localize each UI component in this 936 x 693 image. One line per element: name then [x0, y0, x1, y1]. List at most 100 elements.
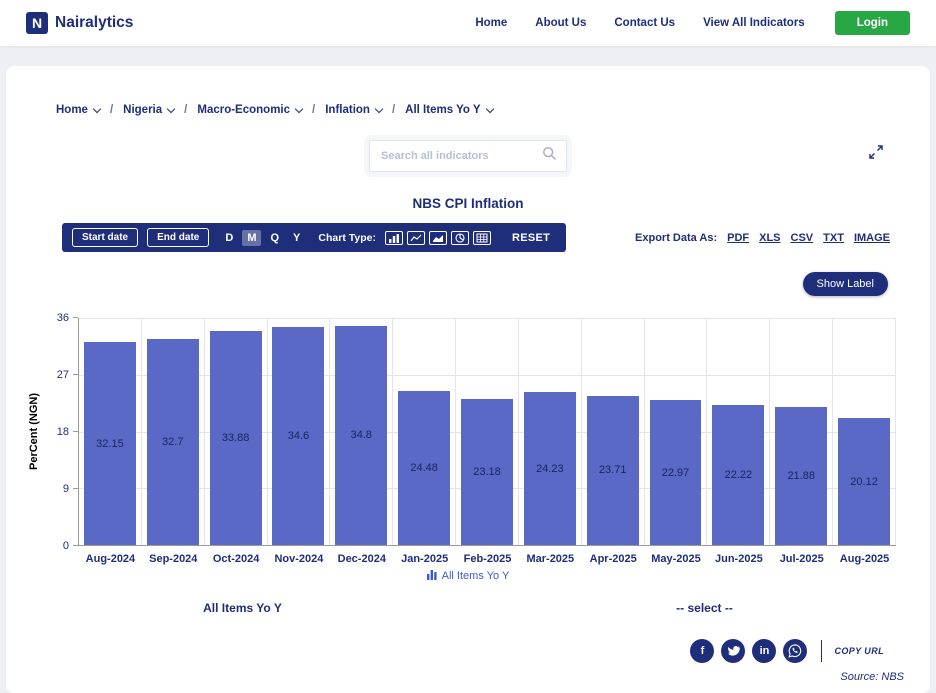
breadcrumb-item-label: Inflation [325, 104, 370, 116]
breadcrumb-item-label: All Items Yo Y [405, 104, 480, 116]
chart-bar[interactable]: 33.88 [210, 331, 262, 545]
chart-type-area-icon[interactable] [429, 231, 447, 245]
chart-main: 09182736 32.1532.733.8834.634.824.4823.1… [46, 318, 896, 565]
chart-bar[interactable]: 24.23 [524, 392, 576, 545]
chart-column: 22.22 [707, 318, 770, 545]
show-label-button[interactable]: Show Label [803, 272, 889, 296]
breadcrumb-item-label: Home [56, 104, 88, 116]
chart-legend[interactable]: All Items Yo Y [6, 569, 930, 583]
bar-value-label: 32.15 [96, 438, 124, 450]
bar-value-label: 21.88 [787, 470, 815, 482]
chart-bar[interactable]: 22.97 [650, 400, 702, 545]
search-input[interactable] [379, 149, 542, 163]
main-nav: Home About Us Contact Us View All Indicator… [475, 17, 804, 29]
chart-bar[interactable]: 21.88 [775, 407, 827, 545]
chart-bar[interactable]: 34.6 [272, 327, 324, 545]
reset-button[interactable]: RESET [506, 231, 556, 245]
end-date-button[interactable]: End date [147, 228, 209, 247]
compare-select-dropdown[interactable]: -- select -- [676, 601, 733, 615]
chart-type-pie-icon[interactable] [451, 231, 469, 245]
chart-bar[interactable]: 23.71 [587, 396, 639, 546]
chart-bar[interactable]: 34.8 [335, 326, 387, 545]
period-q-button[interactable]: Q [265, 230, 284, 246]
nav-item-home[interactable]: Home [475, 17, 507, 29]
bar-value-label: 20.12 [850, 476, 878, 488]
x-axis-label: Jun-2025 [707, 553, 770, 565]
bar-value-label: 23.71 [599, 464, 627, 476]
x-axis-label: Aug-2024 [79, 553, 142, 565]
copy-url-button[interactable]: COPY URL [834, 646, 884, 656]
chart-column: 21.88 [770, 318, 833, 545]
bar-value-label: 22.22 [725, 469, 753, 481]
y-tick-label: 27 [57, 369, 69, 381]
chart-type-group [385, 231, 491, 245]
bar-value-label: 32.7 [162, 436, 183, 448]
bar-value-label: 34.6 [288, 430, 309, 442]
breadcrumb-item-macro-economic[interactable]: Macro-Economic [197, 104, 302, 116]
x-axis-label: Mar-2025 [519, 553, 582, 565]
x-axis-label: Nov-2024 [268, 553, 331, 565]
start-date-button[interactable]: Start date [72, 228, 138, 247]
chart-column: 24.48 [393, 318, 456, 545]
content-card: Home/Nigeria/Macro-Economic/Inflation/Al… [6, 66, 930, 693]
y-tick-label: 0 [63, 540, 69, 552]
bar-value-label: 24.23 [536, 463, 564, 475]
divider [821, 640, 822, 662]
login-button[interactable]: Login [835, 11, 910, 35]
toolbar-row: Start date End date DMQY Chart Type: RES… [6, 223, 930, 252]
period-d-button[interactable]: D [220, 230, 238, 246]
nav-item-about-us[interactable]: About Us [535, 17, 586, 29]
chart-bar[interactable]: 24.48 [398, 391, 450, 545]
series-label: All Items Yo Y [203, 601, 282, 615]
show-label-row: Show Label [6, 272, 930, 296]
bar-chart: PerCent (NGN) 09182736 32.1532.733.8834.… [6, 318, 930, 565]
chart-column: 23.18 [456, 318, 519, 545]
x-axis-label: Apr-2025 [582, 553, 645, 565]
chart-type-bar-icon[interactable] [385, 231, 403, 245]
whatsapp-icon[interactable] [783, 639, 807, 663]
chart-column: 20.12 [833, 318, 896, 545]
facebook-icon[interactable]: f [690, 639, 714, 663]
chart-bar[interactable]: 22.22 [712, 405, 764, 545]
y-axis-label-column: PerCent (NGN) [22, 318, 46, 546]
period-y-button[interactable]: Y [288, 230, 305, 246]
export-xls-link[interactable]: XLS [759, 232, 780, 244]
nav-item-contact-us[interactable]: Contact Us [614, 17, 675, 29]
period-toggle-group: DMQY [220, 230, 305, 246]
chart-bar[interactable]: 20.12 [838, 418, 890, 545]
search-icon [542, 146, 557, 166]
chart-bar[interactable]: 23.18 [461, 399, 513, 545]
bottom-row: All Items Yo Y -- select -- [6, 601, 930, 615]
export-csv-link[interactable]: CSV [791, 232, 814, 244]
bar-value-label: 24.48 [410, 462, 438, 474]
chart-column: 23.71 [582, 318, 645, 545]
chart-bar[interactable]: 32.7 [147, 339, 199, 545]
export-image-link[interactable]: IMAGE [854, 232, 890, 244]
chart-type-line-icon[interactable] [407, 231, 425, 245]
export-txt-link[interactable]: TXT [823, 232, 844, 244]
nav-item-view-all-indicators[interactable]: View All Indicators [703, 17, 805, 29]
breadcrumb-item-home[interactable]: Home [56, 104, 100, 116]
breadcrumb-item-all-items-yo-y[interactable]: All Items Yo Y [405, 104, 492, 116]
breadcrumb-item-nigeria[interactable]: Nigeria [123, 104, 174, 116]
y-tick-label: 9 [63, 483, 69, 495]
breadcrumb-item-label: Nigeria [123, 104, 162, 116]
chart-type-label: Chart Type: [318, 232, 376, 244]
export-pdf-link[interactable]: PDF [727, 232, 749, 244]
y-tick-label: 36 [57, 312, 69, 324]
chart-toolbar: Start date End date DMQY Chart Type: RES… [62, 223, 566, 252]
breadcrumb-separator: / [110, 104, 113, 116]
chart-type-table-icon[interactable] [473, 231, 491, 245]
chart-column: 32.7 [142, 318, 205, 545]
twitter-icon[interactable] [721, 639, 745, 663]
breadcrumb: Home/Nigeria/Macro-Economic/Inflation/Al… [6, 66, 930, 116]
chevron-down-icon [485, 104, 493, 112]
fullscreen-expand-icon[interactable] [868, 144, 884, 165]
bar-value-label: 22.97 [662, 467, 690, 479]
x-axis-label: Oct-2024 [205, 553, 268, 565]
chart-bar[interactable]: 32.15 [84, 342, 136, 545]
breadcrumb-item-inflation[interactable]: Inflation [325, 104, 382, 116]
linkedin-icon[interactable]: in [752, 639, 776, 663]
period-m-button[interactable]: M [242, 230, 261, 246]
brand[interactable]: N Nairalytics [26, 12, 133, 34]
